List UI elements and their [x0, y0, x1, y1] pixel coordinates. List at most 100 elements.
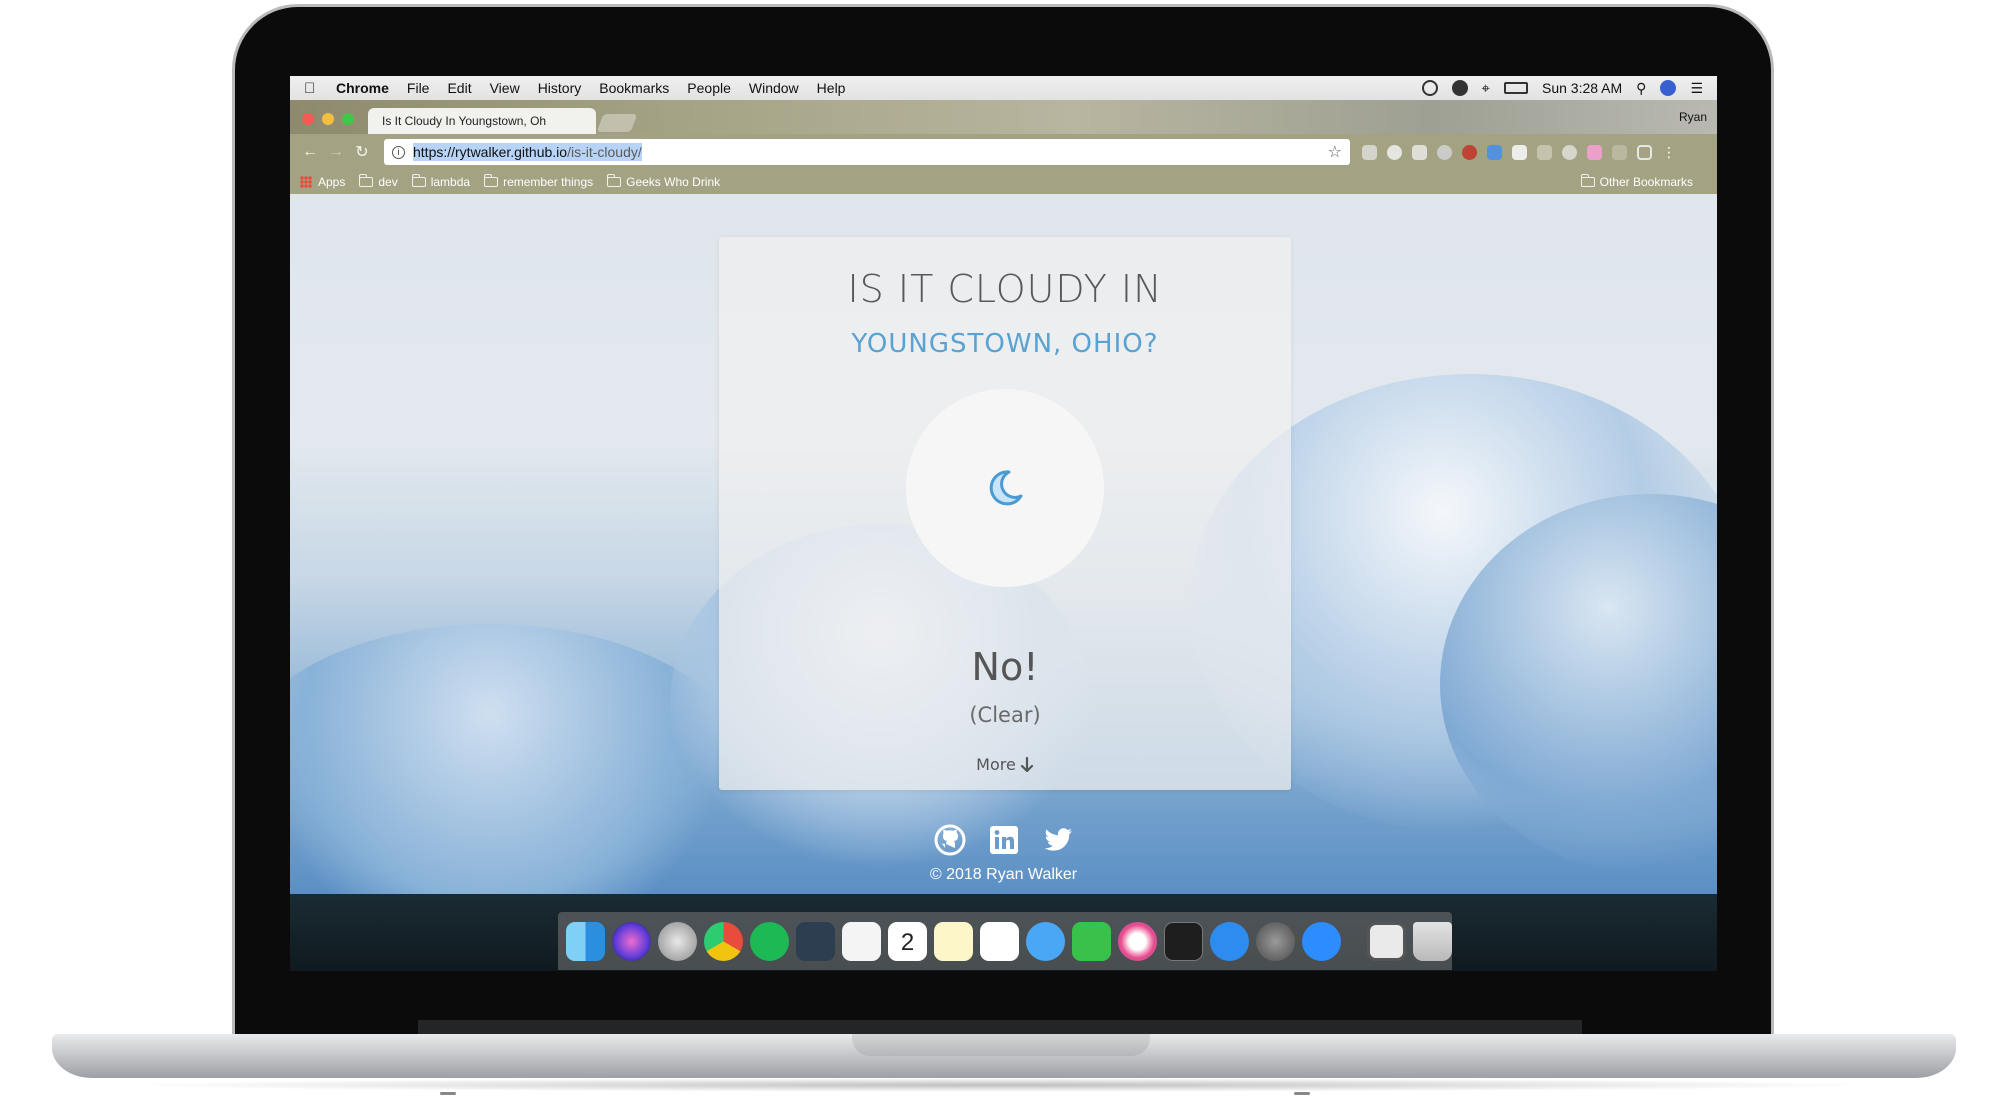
calendar-icon[interactable]: 2	[888, 921, 927, 961]
sublime-text-icon[interactable]	[842, 921, 881, 961]
maximize-window-button[interactable]	[342, 113, 354, 125]
chrome-menu-icon[interactable]: ⋮	[1662, 144, 1676, 161]
menu-history[interactable]: History	[538, 80, 582, 96]
apple-icon[interactable]: 	[304, 80, 322, 97]
weather-card: IS IT CLOUDY IN YOUNGSTOWN, OHIO? No! (C…	[719, 237, 1291, 790]
footer-copyright: © 2018 Ryan Walker	[929, 866, 1078, 883]
menu-view[interactable]: View	[490, 80, 520, 96]
launchpad-icon[interactable]	[658, 921, 697, 961]
extension-icon[interactable]	[1437, 144, 1452, 160]
weather-condition: (Clear)	[969, 703, 1041, 727]
menu-help[interactable]: Help	[817, 80, 846, 96]
reminders-icon[interactable]	[980, 921, 1019, 961]
evernote-icon[interactable]	[1451, 80, 1468, 96]
web-page: IS IT CLOUDY IN YOUNGSTOWN, OHIO? No! (C…	[290, 194, 1717, 894]
profile-button[interactable]: Ryan	[1679, 110, 1707, 124]
menu-edit[interactable]: Edit	[447, 80, 471, 96]
bookmark-label: Apps	[318, 175, 346, 189]
menu-people[interactable]: People	[687, 80, 731, 96]
social-links	[290, 824, 1717, 856]
more-button[interactable]: More	[976, 755, 1034, 774]
itunes-icon[interactable]	[1118, 921, 1157, 961]
chrome-icon[interactable]	[704, 921, 743, 961]
moon-icon	[989, 470, 1023, 506]
facetime-icon[interactable]	[1072, 921, 1111, 961]
url-host: https://rytwalker.github.io	[413, 144, 568, 160]
terminal-icon[interactable]	[1164, 921, 1203, 961]
site-info-icon[interactable]: i	[392, 145, 405, 159]
siri-icon[interactable]	[1660, 80, 1677, 96]
browser-toolbar: ← → ↻ i https://rytwalker.github.io/is-i…	[290, 134, 1717, 170]
menu-bookmarks[interactable]: Bookmarks	[599, 80, 669, 96]
menu-file[interactable]: File	[407, 80, 430, 96]
preview-icon[interactable]	[1367, 921, 1406, 961]
bookmark-folder-lambda[interactable]: lambda	[411, 174, 470, 189]
laptop-screen:  Chrome File Edit View History Bookmark…	[290, 76, 1717, 971]
github-icon[interactable]	[934, 824, 966, 856]
new-tab-button[interactable]	[596, 114, 638, 132]
extension-icon[interactable]	[1362, 144, 1377, 160]
trash-icon[interactable]	[1413, 921, 1452, 961]
cloudy-answer: No!	[971, 645, 1039, 689]
folder-icon	[1580, 174, 1595, 187]
minimize-window-button[interactable]	[322, 113, 334, 125]
tab-is-it-cloudy[interactable]: Is It Cloudy In Youngstown, Oh	[368, 108, 596, 134]
laptop-foot	[1294, 1092, 1310, 1095]
folder-icon	[359, 174, 374, 187]
spotify-icon[interactable]	[750, 921, 789, 961]
extension-icon[interactable]	[1537, 144, 1552, 160]
bookmark-folder-dev[interactable]: dev	[359, 174, 398, 189]
battery-icon[interactable]	[1504, 82, 1528, 94]
bookmark-star-icon[interactable]: ☆	[1328, 142, 1342, 162]
app-store-icon[interactable]	[1210, 921, 1249, 961]
close-window-button[interactable]	[302, 113, 314, 125]
menu-window[interactable]: Window	[749, 80, 799, 96]
url-path: /is-it-cloudy/	[567, 144, 642, 160]
spotlight-search-icon[interactable]: ⚲	[1636, 80, 1646, 97]
bookmarks-bar: Apps dev lambda remember things Geeks Wh…	[290, 170, 1717, 194]
extension-icon[interactable]	[1412, 144, 1427, 160]
vscode-icon[interactable]	[796, 921, 835, 961]
finder-icon[interactable]	[566, 921, 605, 961]
notes-icon[interactable]	[934, 921, 973, 961]
status-icons: ⌖ Sun 3:28 AM ⚲ ☰	[1421, 80, 1703, 97]
apps-grid-icon	[300, 176, 312, 188]
menu-app-chrome[interactable]: Chrome	[336, 80, 389, 96]
extension-icon[interactable]	[1387, 144, 1402, 160]
extension-icon[interactable]	[1587, 144, 1602, 160]
system-preferences-icon[interactable]	[1256, 921, 1295, 961]
zoom-icon[interactable]	[1302, 921, 1341, 961]
bookmark-folder-remember-things[interactable]: remember things	[484, 174, 593, 189]
laptop-hinge	[418, 1020, 1582, 1034]
page-title: IS IT CLOUDY IN	[847, 267, 1163, 311]
extension-icon[interactable]	[1462, 144, 1477, 160]
other-bookmarks[interactable]: Other Bookmarks	[1580, 174, 1693, 189]
wifi-icon[interactable]: ⌖	[1482, 80, 1490, 97]
address-bar[interactable]: i https://rytwalker.github.io/is-it-clou…	[384, 139, 1350, 165]
cast-icon[interactable]	[1637, 144, 1652, 160]
extension-icon[interactable]	[1487, 144, 1502, 160]
extension-icon[interactable]	[1562, 144, 1577, 160]
forward-arrow-icon[interactable]: →	[326, 143, 346, 161]
url-text[interactable]: https://rytwalker.github.io/is-it-cloudy…	[413, 143, 642, 161]
dock: 2	[558, 912, 1452, 970]
folder-icon	[484, 174, 499, 187]
messages-icon[interactable]	[1026, 921, 1065, 961]
location-label: YOUNGSTOWN, OHIO?	[851, 329, 1159, 359]
notification-center-icon[interactable]: ☰	[1690, 80, 1703, 97]
siri-icon[interactable]	[612, 921, 651, 961]
menubar-clock[interactable]: Sun 3:28 AM	[1542, 80, 1622, 96]
bookmark-folder-geeks-who-drink[interactable]: Geeks Who Drink	[607, 174, 720, 189]
linkedin-icon[interactable]	[988, 824, 1020, 856]
more-label: More	[976, 755, 1016, 774]
time-machine-icon[interactable]	[1421, 80, 1438, 96]
reload-icon[interactable]: ↻	[352, 142, 372, 162]
bookmark-apps[interactable]: Apps	[300, 175, 345, 189]
back-arrow-icon[interactable]: ←	[300, 143, 320, 161]
laptop-shadow	[120, 1078, 1880, 1092]
browser-tab-strip: Is It Cloudy In Youngstown, Oh Ryan	[290, 100, 1717, 134]
extension-icon[interactable]	[1512, 144, 1527, 160]
laptop-notch	[852, 1034, 1150, 1056]
twitter-icon[interactable]	[1042, 824, 1074, 856]
extension-icon[interactable]	[1612, 144, 1627, 160]
